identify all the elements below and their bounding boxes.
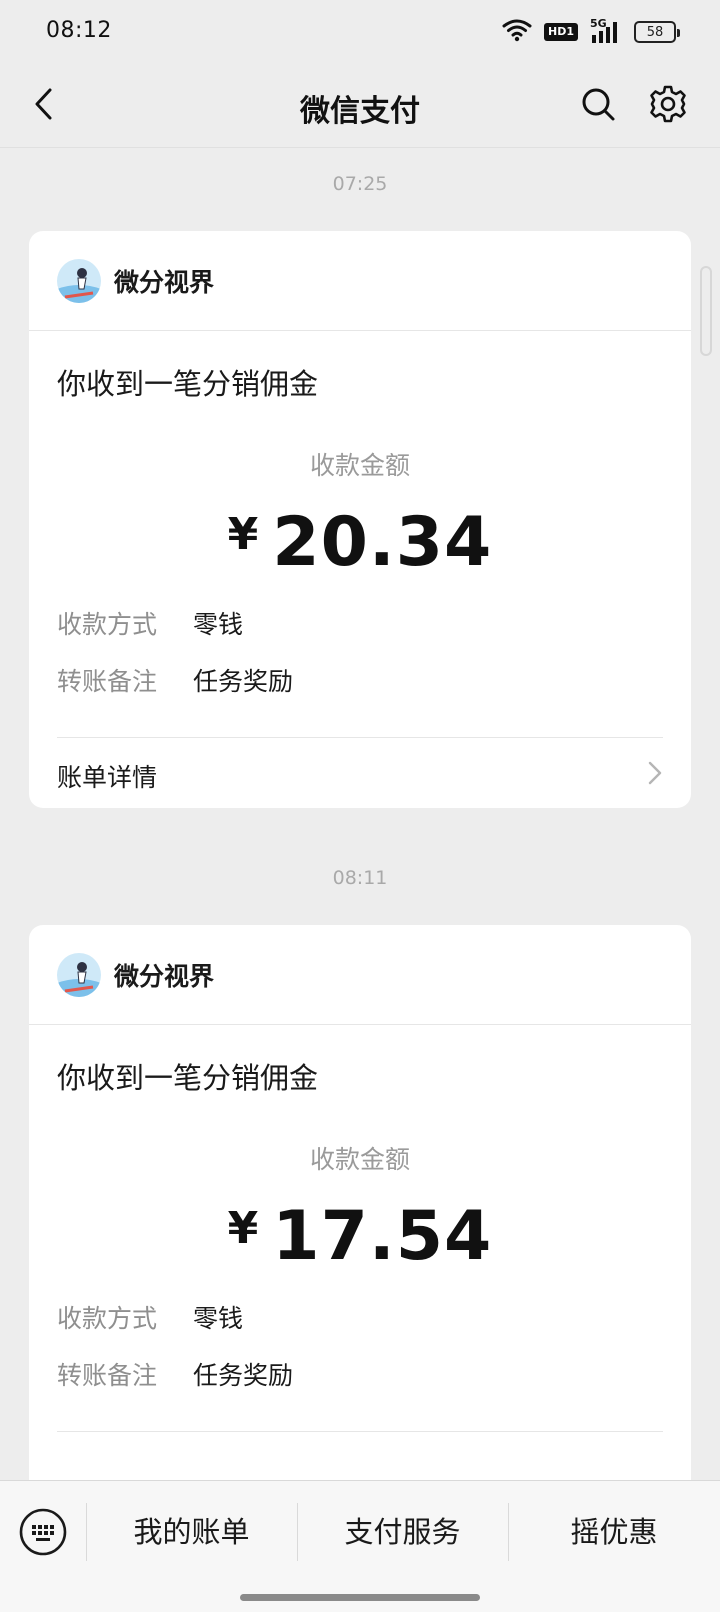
status-time: 08:12 [46,18,112,43]
sender-name: 微分视界 [114,961,215,991]
menu-shake-deals[interactable]: 摇优惠 [508,1509,720,1555]
detail-row-payment-method: 收款方式 零钱 [57,1299,243,1335]
avatar[interactable] [57,952,101,997]
hd-icon: HD1 [544,23,578,41]
bill-details-link[interactable]: 账单详情 [57,758,157,794]
detail-key: 转账备注 [57,1361,158,1390]
message-timestamp: 07:25 [332,173,388,195]
menu-payment-services[interactable]: 支付服务 [297,1509,508,1555]
nav-bar: 微信支付 [0,64,720,148]
message-title: 你收到一笔分销佣金 [57,1061,319,1095]
wifi-icon [502,18,532,46]
scrollbar[interactable] [700,266,712,356]
search-button[interactable] [576,82,620,126]
payment-message-card[interactable]: 微分视界 你收到一笔分销佣金 收款金额 ¥20.34 收款方式 零钱 转账备注 任务… [29,231,691,808]
payment-message-card[interactable]: 微分视界 你收到一笔分销佣金 收款金额 ¥17.54 收款方式 零钱 转账备注 任务… [29,925,691,1525]
card-header: 微分视界 [29,231,691,331]
card-divider [57,737,663,738]
wechat-pay-screen: 08:12 HD1 5G 58 微信支付 07:25 微分视界 你收到一笔分销佣… [0,0,720,1612]
amount-value: 20.34 [272,503,493,582]
menu-my-bills[interactable]: 我的账单 [86,1509,297,1555]
chevron-right-icon [648,761,662,785]
detail-key: 收款方式 [57,610,158,639]
detail-value: 任务奖励 [193,667,294,696]
status-icons: HD1 5G 58 [502,17,680,46]
amount-value: 17.54 [272,1197,493,1276]
sender-name: 微分视界 [114,267,215,297]
keyboard-toggle-button[interactable] [18,1507,68,1557]
detail-row-remark: 转账备注 任务奖励 [57,1356,293,1392]
amount-label: 收款金额 [309,1145,410,1174]
detail-value: 任务奖励 [193,1361,294,1390]
detail-key: 转账备注 [57,667,158,696]
detail-value: 零钱 [193,610,244,639]
amount-row: ¥20.34 [29,503,691,582]
card-header: 微分视界 [29,925,691,1025]
home-indicator[interactable] [240,1594,480,1601]
battery-level: 58 [646,24,664,40]
search-icon [582,88,615,121]
detail-row-remark: 转账备注 任务奖励 [57,662,293,698]
currency-symbol: ¥ [227,1203,259,1254]
gear-icon [650,85,686,123]
message-title: 你收到一笔分销佣金 [57,367,319,401]
bottom-menu-bar: 我的账单 支付服务 摇优惠 [0,1480,720,1612]
detail-value: 零钱 [193,1304,244,1333]
keyboard-icon [19,1508,67,1556]
avatar[interactable] [57,258,101,303]
detail-row-payment-method: 收款方式 零钱 [57,605,243,641]
card-divider [57,1431,663,1432]
settings-button[interactable] [646,82,690,126]
battery-icon: 58 [634,21,680,43]
amount-row: ¥17.54 [29,1197,691,1276]
message-timestamp: 08:11 [332,867,388,889]
signal-5g-icon: 5G [590,17,622,45]
currency-symbol: ¥ [227,509,259,560]
status-bar: 08:12 HD1 5G 58 [0,0,720,64]
detail-key: 收款方式 [57,1304,158,1333]
amount-label: 收款金额 [309,451,410,480]
